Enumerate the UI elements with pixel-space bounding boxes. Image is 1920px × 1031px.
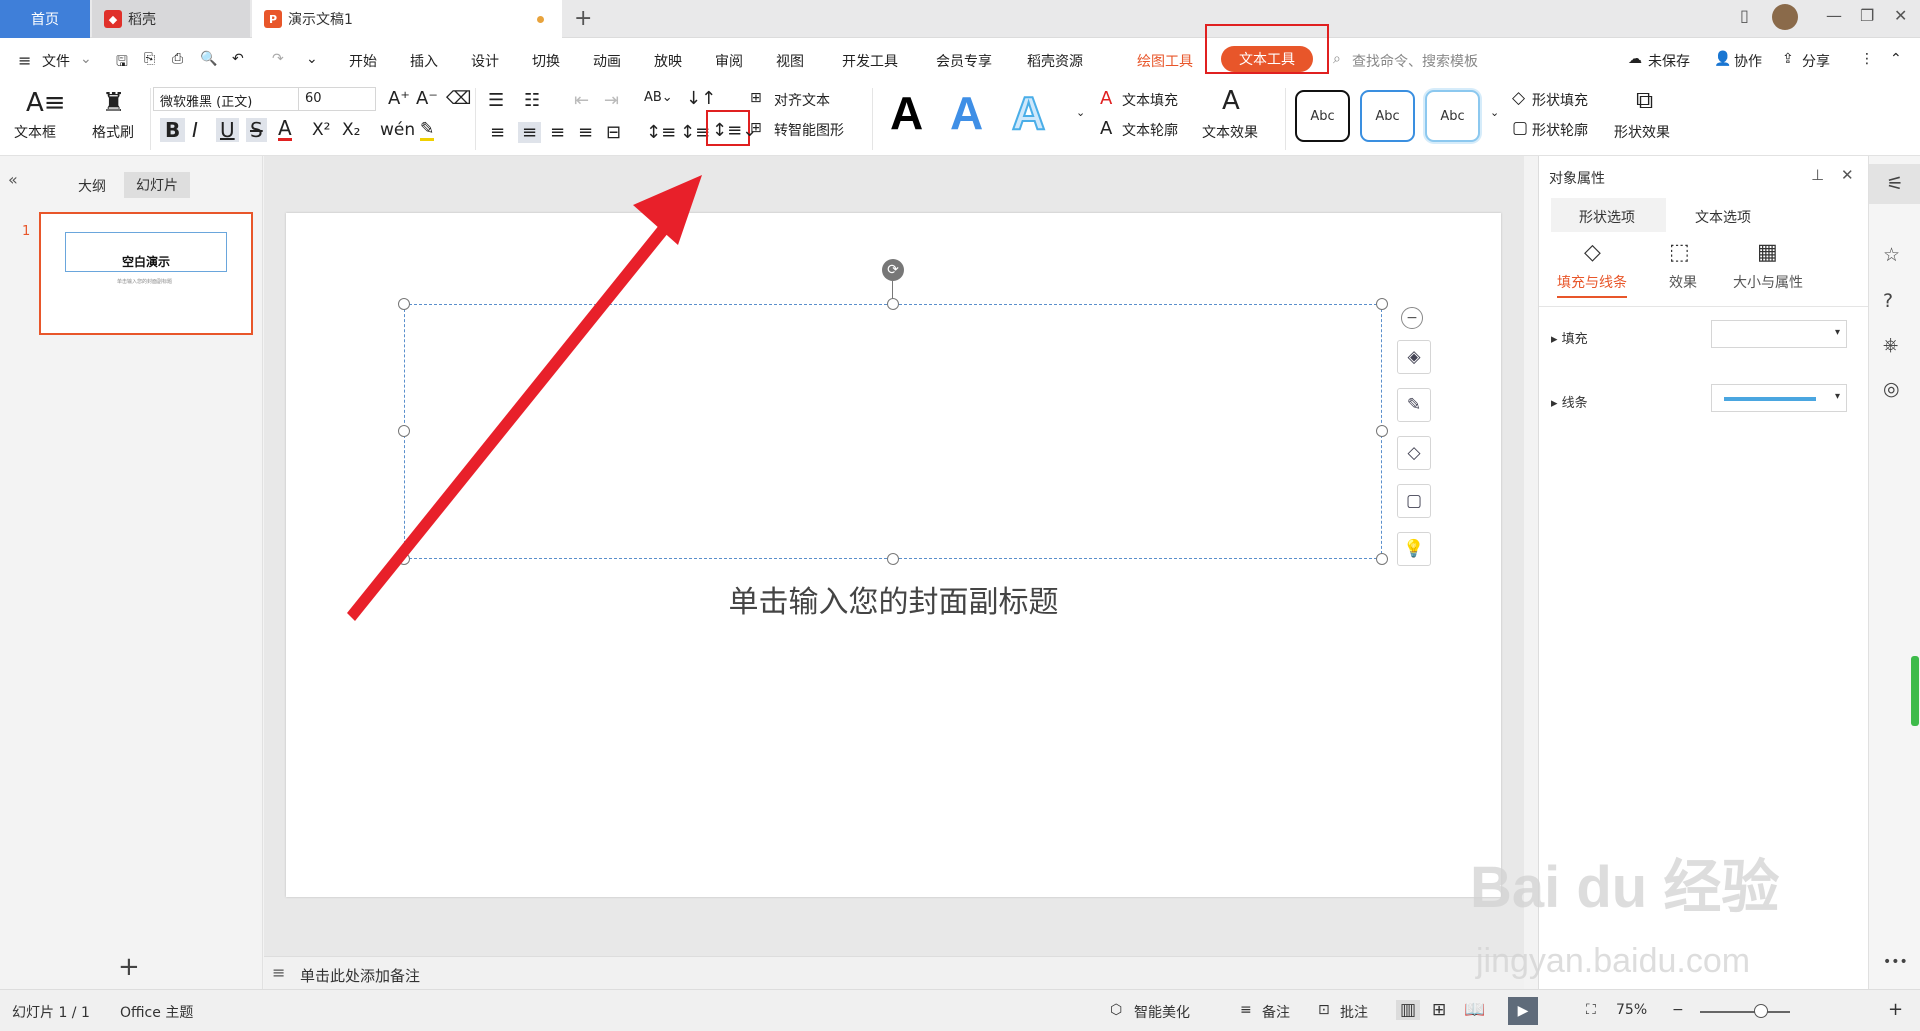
arrow-shaft <box>347 214 677 621</box>
theme-name[interactable]: Office 主题 <box>120 1002 193 1022</box>
tab-shape-options[interactable]: 形状选项 <box>1551 198 1666 232</box>
status-bar: 幻灯片 1 / 1 Office 主题 ⬡ 智能美化 ≡ 备注 ⊡ 批注 ▥ ⊞… <box>0 989 1920 1031</box>
subtab-effect[interactable]: 效果 <box>1669 272 1697 292</box>
notes-bar[interactable]: ≡ 单击此处添加备注 <box>264 956 1524 989</box>
more-icon[interactable]: ••• <box>1883 954 1908 970</box>
zoom-slider[interactable] <box>1700 1011 1790 1013</box>
fill-label[interactable]: ▸ 填充 <box>1551 328 1588 347</box>
arrow-head <box>633 175 702 245</box>
subtab-size[interactable]: 大小与属性 <box>1733 272 1803 292</box>
beautify-icon: ⬡ <box>1110 1002 1123 1018</box>
properties-icon[interactable]: ⚟ <box>1869 164 1920 204</box>
notes-icon: ≡ <box>272 963 286 982</box>
star-icon[interactable]: ☆ <box>1883 244 1900 266</box>
comment-icon: ⊡ <box>1318 1002 1330 1018</box>
line-label-text: 线条 <box>1561 396 1588 411</box>
close-panel-icon[interactable]: ✕ <box>1841 166 1854 184</box>
smart-beautify-button[interactable]: 智能美化 <box>1134 1002 1190 1022</box>
notes-toggle-icon: ≡ <box>1240 1002 1252 1018</box>
fill-select[interactable]: ▾ <box>1711 320 1847 348</box>
sorter-view-icon[interactable]: ⊞ <box>1432 1000 1446 1020</box>
line-color-swatch <box>1724 397 1816 401</box>
tab-shape-options-label: 形状选项 <box>1579 210 1635 226</box>
comment-button[interactable]: 批注 <box>1340 1002 1368 1022</box>
watermark-brand: Bai du 经验 <box>1470 855 1780 920</box>
effect-icon: ⬚ <box>1669 240 1690 265</box>
zoom-level[interactable]: 75% <box>1616 1002 1647 1018</box>
scroll-indicator[interactable] <box>1911 656 1919 726</box>
normal-view-icon[interactable]: ▥ <box>1396 1000 1421 1020</box>
slide-counter: 幻灯片 1 / 1 <box>12 1005 90 1021</box>
transform-icon[interactable]: ⎈ <box>1883 334 1898 356</box>
tab-text-options[interactable]: 文本选项 <box>1695 207 1751 227</box>
size-icon: ▦ <box>1757 240 1778 265</box>
fill-line-icon: ◇ <box>1584 240 1601 265</box>
subtab-fill-line[interactable]: 填充与线条 <box>1557 272 1627 298</box>
zoom-in-icon[interactable]: + <box>1888 999 1903 1020</box>
zoom-slider-thumb[interactable] <box>1754 1004 1768 1018</box>
pin-icon[interactable]: ⊥ <box>1811 166 1824 184</box>
watermark-url: jingyan.baidu.com <box>1476 942 1751 980</box>
zoom-out-icon[interactable]: − <box>1672 1002 1684 1018</box>
right-sidebar: ⚟ ☆ ? ⎈ ◎ ••• <box>1868 156 1920 989</box>
help-icon[interactable]: ? <box>1883 290 1893 312</box>
line-select[interactable]: ▾ <box>1711 384 1847 412</box>
notes-placeholder[interactable]: 单击此处添加备注 <box>300 965 420 986</box>
reading-view-icon[interactable]: 📖 <box>1464 1000 1485 1020</box>
fill-label-text: 填充 <box>1561 332 1588 347</box>
compass-icon[interactable]: ◎ <box>1883 378 1900 400</box>
fit-window-icon[interactable]: ⛶ <box>1586 1002 1596 1018</box>
line-label[interactable]: ▸ 线条 <box>1551 392 1588 411</box>
notes-toggle-button[interactable]: 备注 <box>1262 1002 1290 1022</box>
play-icon[interactable]: ▶ <box>1508 997 1538 1025</box>
panel-title[interactable]: 对象属性 <box>1549 168 1605 188</box>
